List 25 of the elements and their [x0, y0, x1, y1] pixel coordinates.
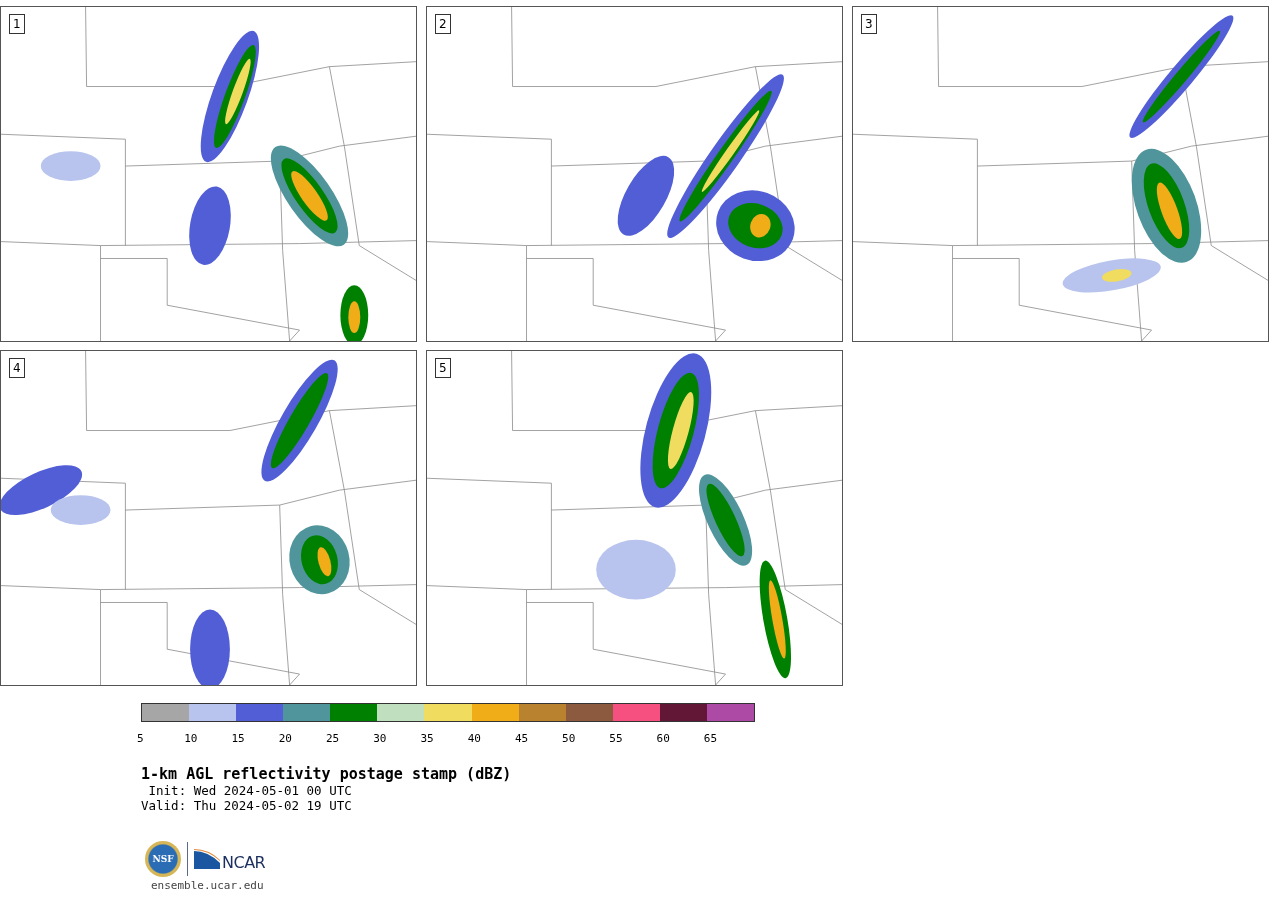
nsf-logo: NSF — [145, 841, 181, 877]
panel-number: 5 — [435, 358, 451, 378]
panel-number: 2 — [435, 14, 451, 34]
tick-label: 40 — [467, 732, 481, 745]
tick-label: 5 — [137, 732, 144, 745]
tick-label: 30 — [373, 732, 387, 745]
panel-number: 4 — [9, 358, 25, 378]
chart-title: 1-km AGL reflectivity postage stamp (dBZ) — [141, 765, 513, 783]
website-url: ensemble.ucar.edu — [151, 879, 265, 892]
tick-label: 20 — [278, 732, 292, 745]
tick-label: 10 — [184, 732, 198, 745]
panel-number: 3 — [861, 14, 877, 34]
init-time: Init: Wed 2024-05-01 00 UTC — [147, 783, 353, 798]
panel-number: 1 — [9, 14, 25, 34]
tick-label: 15 — [231, 732, 245, 745]
tick-label: 65 — [703, 732, 718, 745]
swoosh-icon — [194, 849, 220, 869]
tick-label: 35 — [420, 732, 434, 745]
tick-label: 25 — [325, 732, 340, 745]
ncar-logo: NCAR — [222, 852, 266, 872]
tick-label: 55 — [609, 732, 623, 745]
valid-time: Valid: Thu 2024-05-02 19 UTC — [141, 798, 353, 813]
tick-label: 50 — [562, 732, 576, 745]
tick-label: 60 — [656, 732, 670, 745]
tick-label: 45 — [514, 732, 529, 745]
